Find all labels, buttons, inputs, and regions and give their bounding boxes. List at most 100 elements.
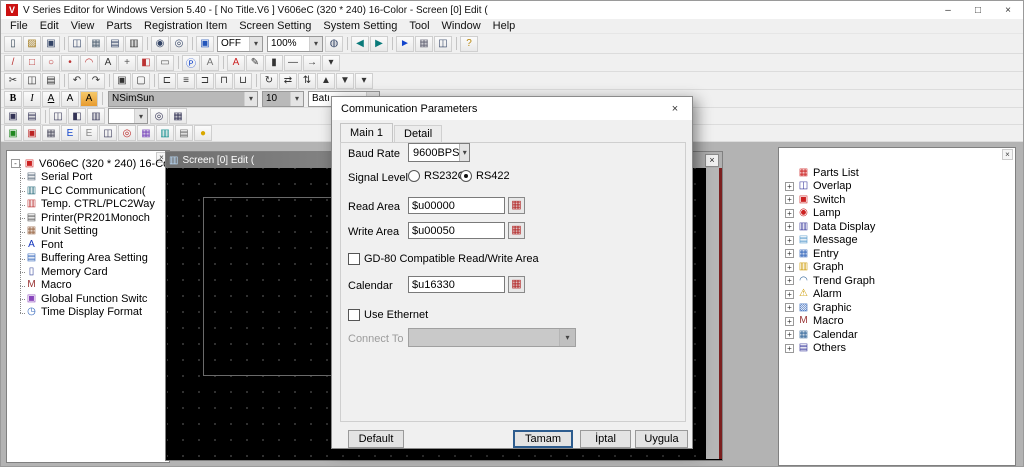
page-block-icon[interactable]: ▥ (87, 108, 105, 124)
paste-icon[interactable]: ▤ (42, 73, 60, 89)
boxed-text-icon[interactable]: A (61, 91, 79, 107)
expand-box-icon[interactable]: + (785, 290, 794, 299)
right-panel-close-button[interactable]: × (1002, 149, 1013, 160)
calendar-address-button[interactable]: ▦ (508, 276, 525, 293)
write-area-address-button[interactable]: ▦ (508, 222, 525, 239)
tree-item-graph[interactable]: +▥Graph (785, 261, 1015, 275)
rotate-icon[interactable]: ↻ (260, 73, 278, 89)
expand-box-icon[interactable]: + (785, 317, 794, 326)
window-cascade-icon[interactable]: ◧ (68, 108, 86, 124)
screen-manager-icon[interactable]: ◫ (68, 36, 86, 52)
style-dropdown-icon[interactable]: ▾ (322, 55, 340, 71)
tree-item-overlap[interactable]: +◫Overlap (785, 180, 1015, 194)
menu-edit[interactable]: Edit (34, 20, 65, 32)
read-area-input[interactable] (408, 197, 505, 214)
send-to-back-icon[interactable]: ▼ (336, 73, 354, 89)
group-icon[interactable]: ▣ (113, 73, 131, 89)
open-file-icon[interactable]: ▨ (23, 36, 41, 52)
radio-rs232c[interactable]: RS232C (408, 170, 466, 182)
tree-item-memory-card[interactable]: ▯Memory Card (11, 265, 169, 279)
zoom-icon[interactable]: ◎ (170, 36, 188, 52)
new-screen-icon[interactable]: ▯ (4, 36, 22, 52)
multi-text-icon[interactable]: A (201, 55, 219, 71)
parts-place-icon[interactable]: Ⓟ (182, 55, 200, 71)
expand-box-icon[interactable]: + (785, 236, 794, 245)
tree-item-alarm[interactable]: +⚠Alarm (785, 288, 1015, 302)
overlap-lib-icon[interactable]: ◫ (99, 125, 117, 141)
align-right-icon[interactable]: ⊐ (196, 73, 214, 89)
alarm-bell-icon[interactable]: ● (194, 125, 212, 141)
draw-text-icon[interactable]: A (99, 55, 117, 71)
collapse-box-icon[interactable]: - (11, 159, 20, 168)
redo-icon[interactable]: ↷ (87, 73, 105, 89)
cancel-button[interactable]: İptal (580, 430, 631, 448)
draw-rect-icon[interactable]: □ (23, 55, 41, 71)
menu-system-setting[interactable]: System Setting (317, 20, 403, 32)
expand-box-icon[interactable]: + (785, 263, 794, 272)
device-table-icon[interactable]: ▦ (42, 125, 60, 141)
copy-icon[interactable]: ◫ (23, 73, 41, 89)
paint-style-icon[interactable]: ▮ (265, 55, 283, 71)
comm-setting-icon[interactable]: ▣ (23, 125, 41, 141)
expand-box-icon[interactable]: + (785, 344, 794, 353)
radio-rs422[interactable]: RS422 (460, 170, 510, 182)
ok-button[interactable]: Tamam (513, 430, 573, 448)
prev-screen-icon[interactable]: ◀ (351, 36, 369, 52)
grid-setting-icon[interactable]: ▦ (415, 36, 433, 52)
italic-icon[interactable]: I (23, 91, 41, 107)
draw-ellipse-icon[interactable]: ○ (42, 55, 60, 71)
tree-item-unit[interactable]: -▣V606eC (320 * 240) 16-Col (11, 157, 169, 171)
tab-detail[interactable]: Detail (394, 125, 442, 142)
apply-button[interactable]: Uygula (635, 430, 688, 448)
write-area-input[interactable] (408, 222, 505, 239)
zoom-level-combo[interactable]: 100%▾ (267, 36, 323, 52)
tree-item-trend-graph[interactable]: +◠Trend Graph (785, 274, 1015, 288)
bring-to-front-icon[interactable]: ▲ (317, 73, 335, 89)
eraser-icon[interactable]: ▭ (156, 55, 174, 71)
font-name-combo[interactable]: NSimSun▾ (108, 91, 258, 107)
bold-icon[interactable]: B (4, 91, 22, 107)
tree-item-plc-communication[interactable]: ▥PLC Communication( (11, 184, 169, 198)
error-check-icon[interactable]: E (61, 125, 79, 141)
library-link-icon[interactable]: ◎ (150, 108, 168, 124)
default-button[interactable]: Default (348, 430, 404, 448)
close-button[interactable]: × (993, 1, 1023, 19)
registration-item-icon[interactable]: ▤ (106, 36, 124, 52)
expand-box-icon[interactable]: + (785, 209, 794, 218)
tree-item-graphic[interactable]: +▧Graphic (785, 301, 1015, 315)
char-color-icon[interactable]: A (227, 55, 245, 71)
item-list-icon[interactable]: ◫ (434, 36, 452, 52)
fill-paint-icon[interactable]: ◧ (137, 55, 155, 71)
tree-item-others[interactable]: +▤Others (785, 342, 1015, 356)
tree-item-calendar[interactable]: +▦Calendar (785, 328, 1015, 342)
align-top-icon[interactable]: ⊓ (215, 73, 233, 89)
expand-box-icon[interactable]: + (785, 303, 794, 312)
expand-box-icon[interactable]: + (785, 182, 794, 191)
tree-item-message[interactable]: +▤Message (785, 234, 1015, 248)
font-size-combo[interactable]: 10▾ (262, 91, 304, 107)
error-log-icon[interactable]: ▤ (175, 125, 193, 141)
display-off-combo[interactable]: OFF▾ (217, 36, 263, 52)
print-icon[interactable]: ▥ (125, 36, 143, 52)
item-edit-icon[interactable]: E (80, 125, 98, 141)
catalog-icon[interactable]: ▦ (169, 108, 187, 124)
screen-window-close-button[interactable]: × (705, 154, 719, 167)
expand-box-icon[interactable]: + (785, 195, 794, 204)
tree-item-buffering-area[interactable]: ▤Buffering Area Setting (11, 252, 169, 266)
menu-registration-item[interactable]: Registration Item (138, 20, 233, 32)
align-left-icon[interactable]: ⊏ (158, 73, 176, 89)
gd80-compatible-checkbox[interactable]: GD-80 Compatible Read/Write Area (348, 253, 539, 265)
draw-stamp-icon[interactable]: + (118, 55, 136, 71)
tree-item-macro[interactable]: +MMacro (785, 315, 1015, 329)
jump-icon[interactable]: ► (396, 36, 414, 52)
tree-item-macro[interactable]: MMacro (11, 279, 169, 293)
tree-item-parts-list[interactable]: ▦Parts List (785, 166, 1015, 180)
magnify-icon[interactable]: ◍ (325, 36, 343, 52)
text-color-icon[interactable]: A (80, 91, 98, 107)
tree-item-switch[interactable]: +▣Switch (785, 193, 1015, 207)
flip-horizontal-icon[interactable]: ⇄ (279, 73, 297, 89)
edit-layer-combo[interactable]: ▾ (108, 108, 148, 124)
draw-arc-icon[interactable]: ◠ (80, 55, 98, 71)
dialog-close-button[interactable]: × (658, 97, 692, 120)
minimize-button[interactable]: – (933, 1, 963, 19)
